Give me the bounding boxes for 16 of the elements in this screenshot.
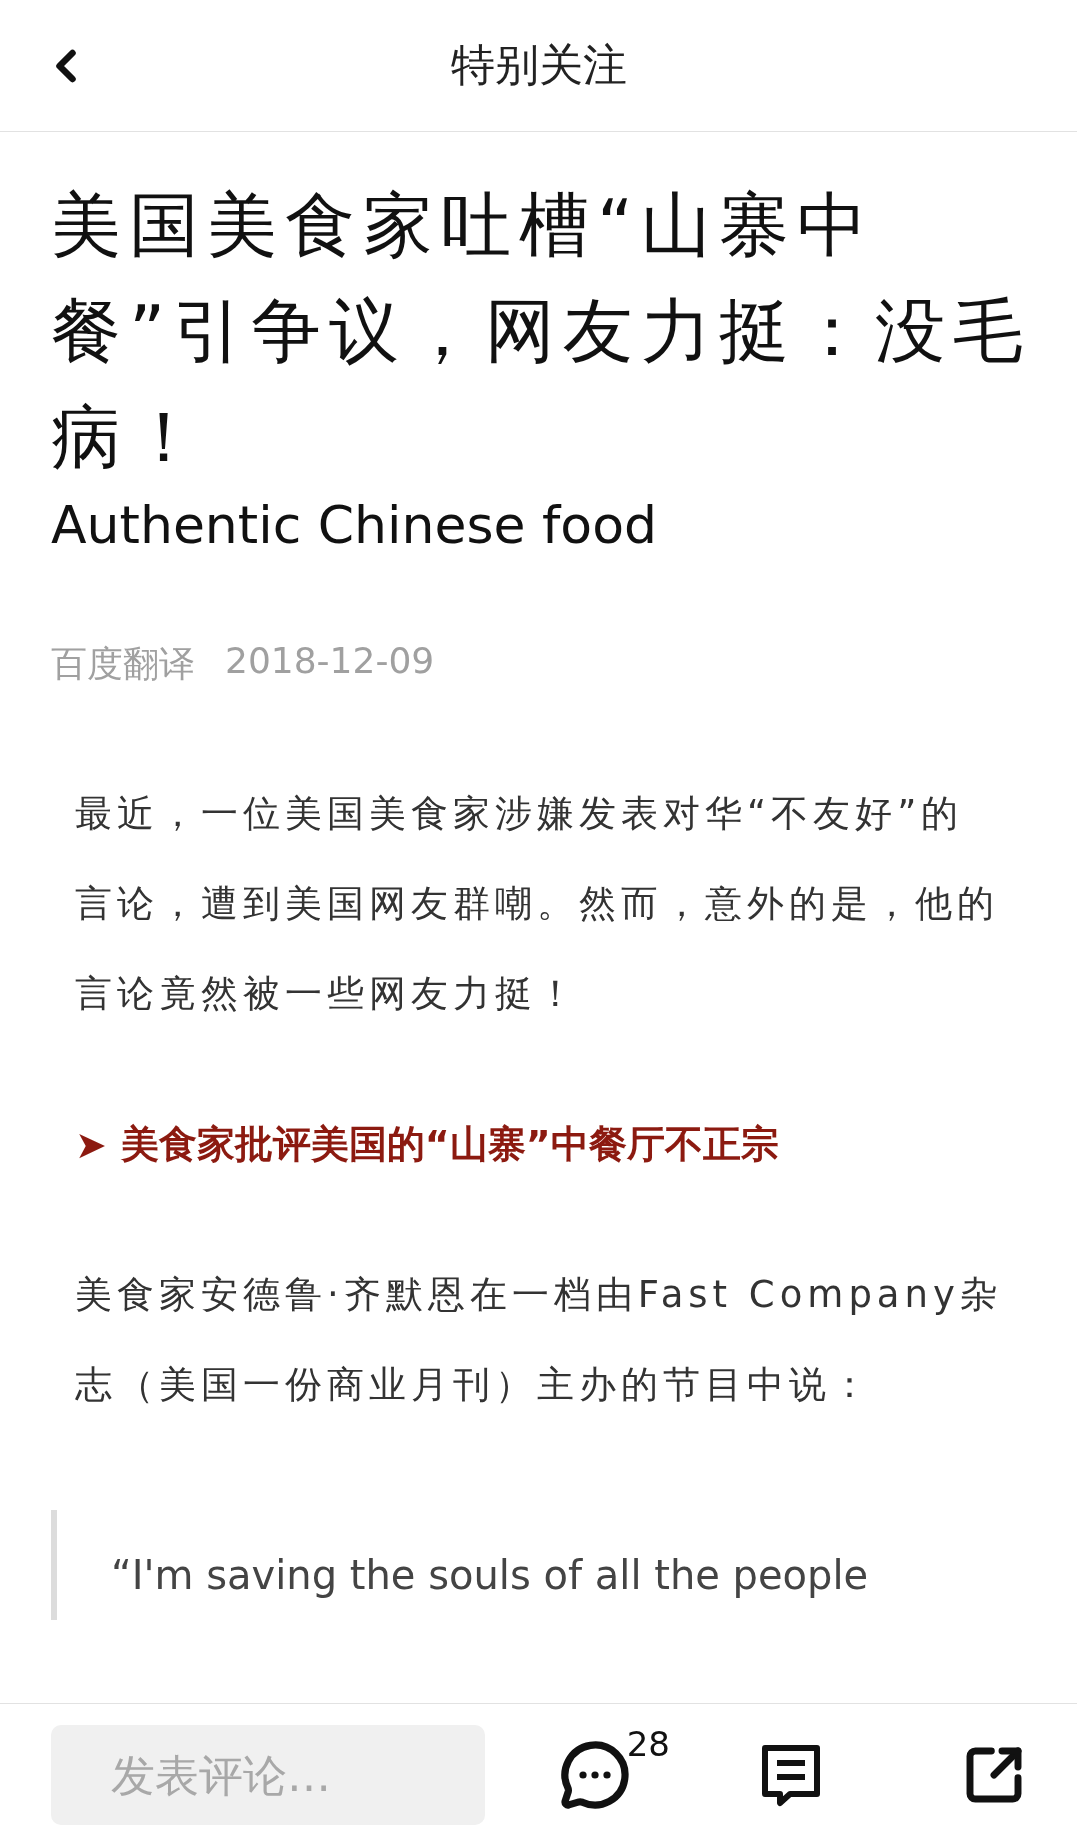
note-icon xyxy=(760,1743,822,1807)
article-title: 美国美食家吐槽“山寨中餐”引争议，网友力挺：没毛病！ xyxy=(51,183,1033,480)
arrow-marker: ➤ xyxy=(75,1122,107,1167)
article-subtitle: Authentic Chinese food xyxy=(51,494,658,557)
comment-count: 28 xyxy=(626,1724,670,1764)
article-source: 百度翻译 xyxy=(51,642,195,686)
article-paragraph: 最近，一位美国美食家涉嫌发表对华“不友好”的言论，遭到美国网友群嘲。然而，意外的是，他的言论竟然被一些网友力挺！ xyxy=(75,791,1000,1017)
article-button[interactable] xyxy=(760,1743,822,1807)
article-date: 2018-12-09 xyxy=(225,640,435,683)
section-heading: 美食家批评美国的“山寨”中餐厅不正宗 xyxy=(120,1121,779,1168)
page-title: 特别关注 xyxy=(450,38,627,92)
comment-field[interactable]: 发表评论… xyxy=(51,1725,485,1825)
block-quote: “I'm saving the souls of all the people xyxy=(51,1510,1011,1620)
chat-bubble-icon xyxy=(558,1739,631,1811)
article-paragraph: 美食家安德鲁·齐默恩在一档由Fast Company杂志（美国一份商业月刊）主办的节目中说： xyxy=(75,1272,1003,1408)
comments-button[interactable] xyxy=(558,1739,631,1811)
